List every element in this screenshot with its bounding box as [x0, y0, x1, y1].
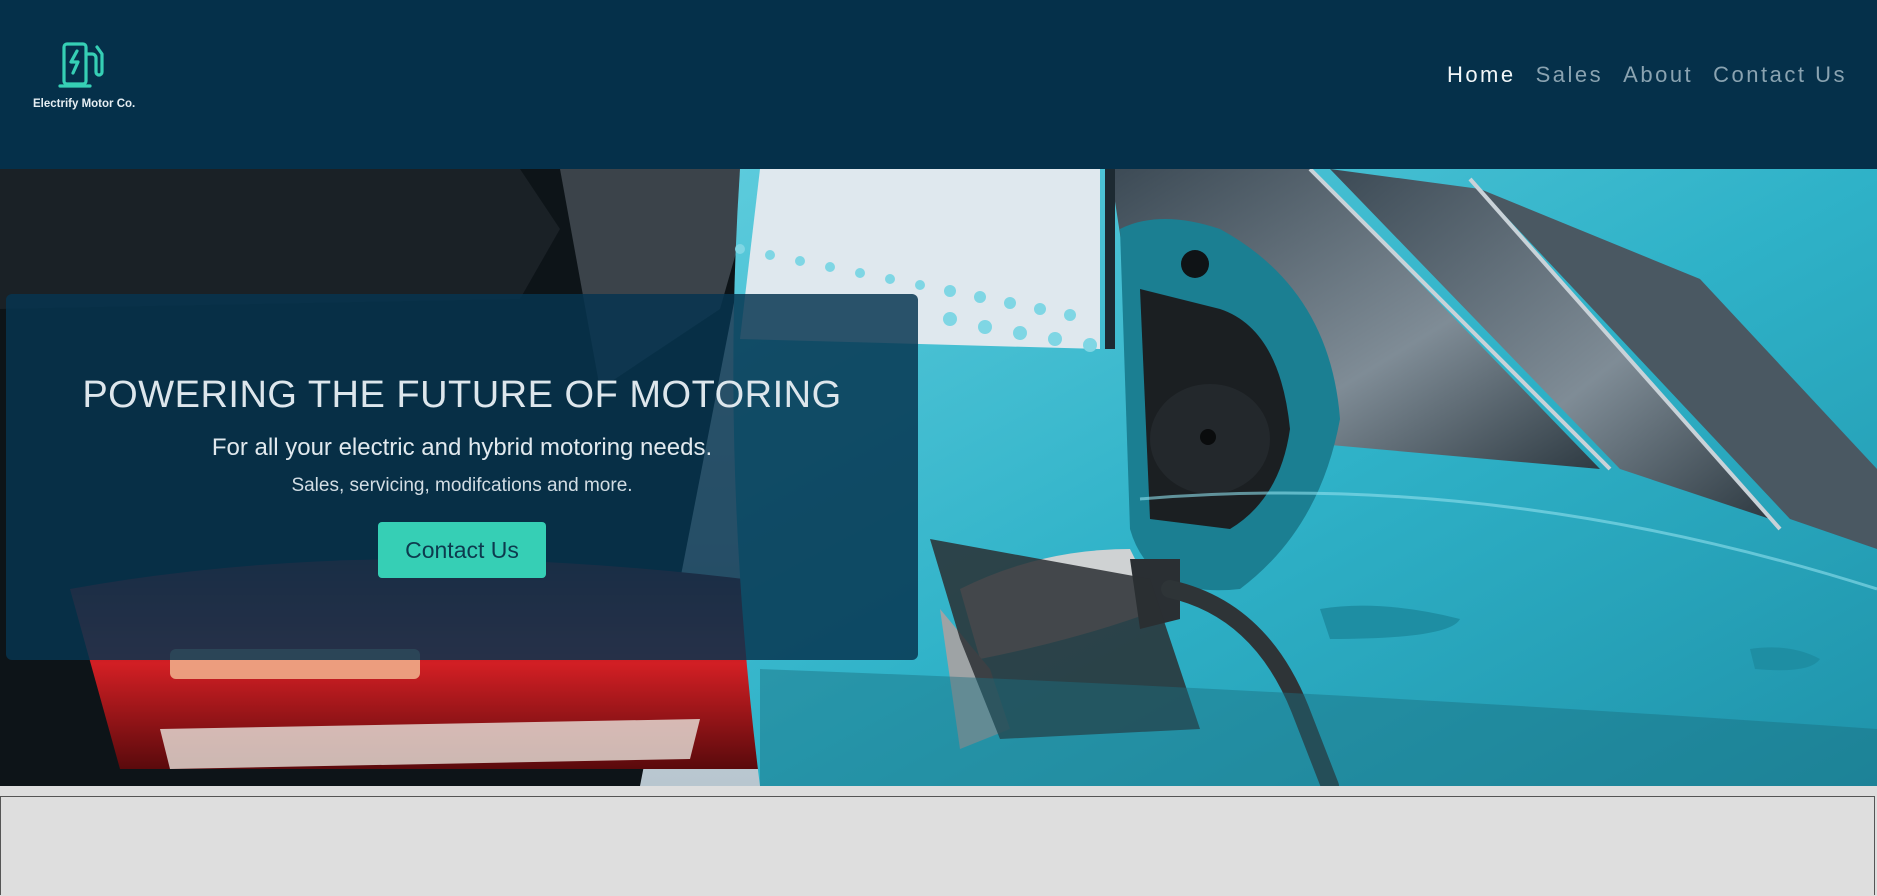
site-header: Electrify Motor Co. Home Sales About Con… [0, 0, 1877, 169]
ev-charger-icon [58, 42, 104, 88]
nav-sales[interactable]: Sales [1526, 62, 1614, 88]
hero-card: POWERING THE FUTURE OF MOTORING For all … [6, 294, 918, 660]
hero-title: POWERING THE FUTURE OF MOTORING [82, 374, 842, 416]
content-frame [0, 796, 1875, 895]
main-nav: Home Sales About Contact Us [1437, 62, 1857, 88]
brand-name: Electrify Motor Co. [33, 98, 136, 110]
nav-contact-us[interactable]: Contact Us [1703, 62, 1857, 88]
hero-tagline: Sales, servicing, modifcations and more. [291, 475, 633, 496]
hero-section: POWERING THE FUTURE OF MOTORING For all … [0, 169, 1877, 786]
nav-about[interactable]: About [1613, 62, 1703, 88]
nav-home[interactable]: Home [1437, 62, 1526, 88]
contact-us-button[interactable]: Contact Us [378, 522, 546, 578]
brand-logo[interactable]: Electrify Motor Co. [30, 40, 150, 116]
hero-subtitle: For all your electric and hybrid motorin… [211, 434, 713, 461]
